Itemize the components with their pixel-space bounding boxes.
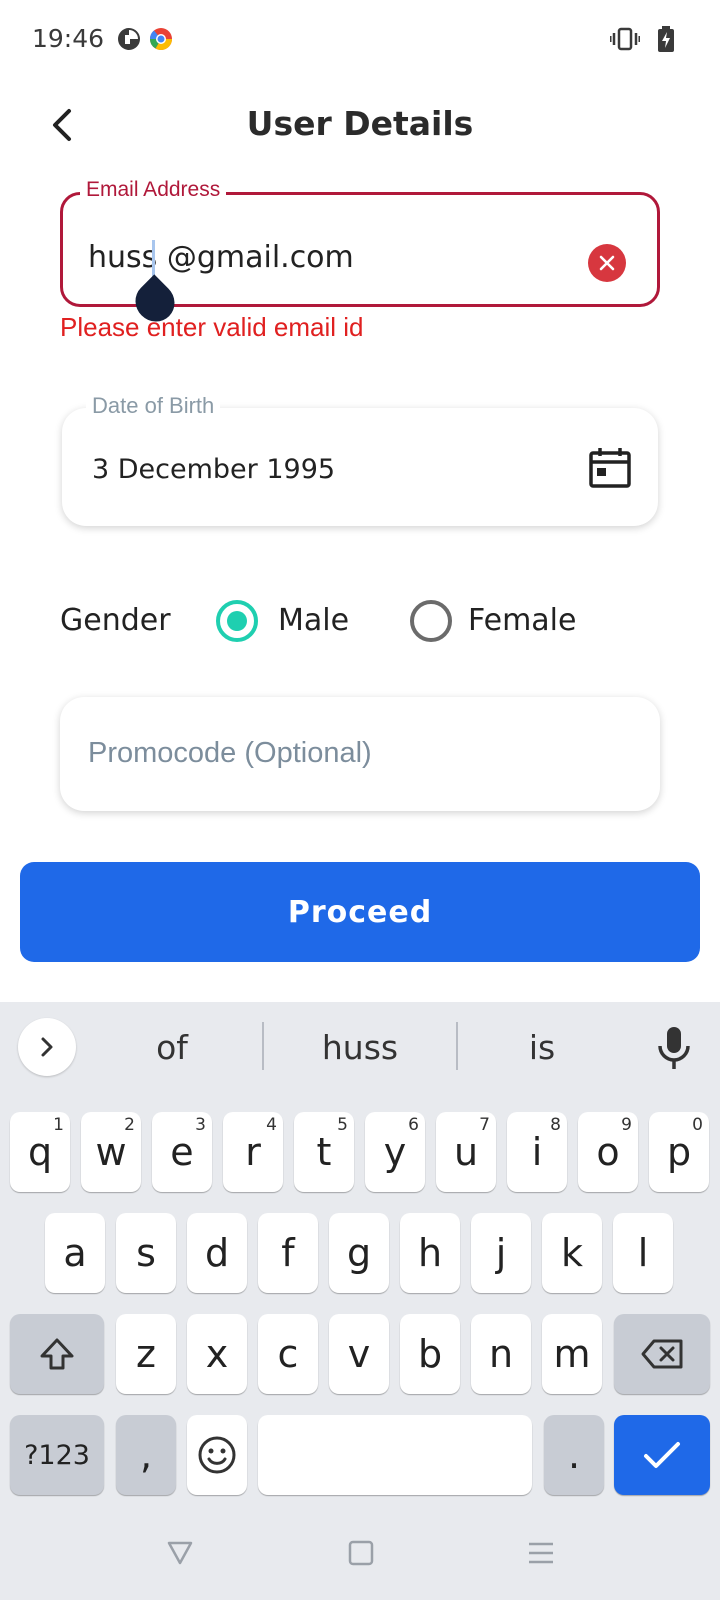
nav-home-icon[interactable] xyxy=(348,1540,374,1566)
key-hint: 0 xyxy=(692,1115,703,1135)
key-label: o xyxy=(596,1130,620,1174)
shift-icon xyxy=(40,1338,74,1370)
emoji-icon xyxy=(198,1436,236,1474)
key-g[interactable]: g xyxy=(329,1213,389,1293)
date-of-birth-label: Date of Birth xyxy=(86,393,221,419)
done-check-icon xyxy=(644,1442,680,1468)
suggestion-divider xyxy=(262,1022,264,1070)
key-hint: 4 xyxy=(266,1115,277,1135)
key-a[interactable]: a xyxy=(45,1213,105,1293)
key-f[interactable]: f xyxy=(258,1213,318,1293)
key-hint: 7 xyxy=(479,1115,490,1135)
suggestion-divider xyxy=(456,1022,458,1070)
key-label: q xyxy=(27,1130,53,1174)
email-input-value[interactable]: huss @gmail.com xyxy=(88,240,354,275)
email-value-before-cursor: huss xyxy=(88,240,158,275)
gender-male-label[interactable]: Male xyxy=(278,603,349,638)
gender-female-radio[interactable] xyxy=(410,600,452,642)
promocode-placeholder: Promocode (Optional) xyxy=(88,737,372,769)
key-r[interactable]: r4 xyxy=(223,1112,283,1192)
key-hint: 2 xyxy=(124,1115,135,1135)
key-i[interactable]: i8 xyxy=(507,1112,567,1192)
vibrate-icon xyxy=(610,27,640,51)
key-h[interactable]: h xyxy=(400,1213,460,1293)
key-q[interactable]: q1 xyxy=(10,1112,70,1192)
period-key[interactable]: . xyxy=(544,1415,604,1495)
space-key[interactable] xyxy=(258,1415,532,1495)
shift-key[interactable] xyxy=(10,1314,104,1394)
key-m[interactable]: m xyxy=(542,1314,602,1394)
app-notification-icon xyxy=(118,28,140,50)
key-s[interactable]: s xyxy=(116,1213,176,1293)
proceed-label: Proceed xyxy=(287,894,433,930)
key-label: p xyxy=(666,1130,692,1174)
status-time: 19:46 xyxy=(32,24,105,53)
key-hint: 9 xyxy=(621,1115,632,1135)
key-hint: 8 xyxy=(550,1115,561,1135)
key-label: r xyxy=(245,1130,261,1174)
key-p[interactable]: p0 xyxy=(649,1112,709,1192)
suggestion-2[interactable]: huss xyxy=(270,1028,450,1067)
key-d[interactable]: d xyxy=(187,1213,247,1293)
suggestion-3[interactable]: is xyxy=(460,1028,624,1067)
key-w[interactable]: w2 xyxy=(81,1112,141,1192)
key-hint: 6 xyxy=(408,1115,419,1135)
backspace-icon xyxy=(641,1339,683,1369)
battery-charging-icon xyxy=(658,26,674,52)
page-title: User Details xyxy=(246,104,474,143)
key-hint: 3 xyxy=(195,1115,206,1135)
symbols-key[interactable]: ?123 xyxy=(10,1415,104,1495)
key-c[interactable]: c xyxy=(258,1314,318,1394)
key-o[interactable]: o9 xyxy=(578,1112,638,1192)
emoji-key[interactable] xyxy=(187,1415,247,1495)
email-label: Email Address xyxy=(80,178,227,202)
suggestion-1[interactable]: of xyxy=(92,1028,252,1067)
key-k[interactable]: k xyxy=(542,1213,602,1293)
clear-icon xyxy=(599,255,615,271)
nav-back-icon[interactable] xyxy=(166,1540,194,1566)
proceed-button[interactable]: Proceed xyxy=(20,862,700,962)
key-hint: 1 xyxy=(53,1115,64,1135)
key-hint: 5 xyxy=(337,1115,348,1135)
expand-icon xyxy=(41,1037,53,1057)
key-y[interactable]: y6 xyxy=(365,1112,425,1192)
gender-male-radio[interactable] xyxy=(216,600,258,642)
key-v[interactable]: v xyxy=(329,1314,389,1394)
gender-female-label[interactable]: Female xyxy=(468,603,576,638)
key-e[interactable]: e3 xyxy=(152,1112,212,1192)
key-b[interactable]: b xyxy=(400,1314,460,1394)
on-screen-keyboard xyxy=(0,1002,720,1600)
backspace-key[interactable] xyxy=(614,1314,710,1394)
nav-recents-icon[interactable] xyxy=(527,1540,555,1566)
done-key[interactable] xyxy=(614,1415,710,1495)
key-l[interactable]: l xyxy=(613,1213,673,1293)
date-of-birth-value: 3 December 1995 xyxy=(92,454,336,485)
key-label: e xyxy=(170,1130,194,1174)
mic-icon[interactable] xyxy=(652,1024,696,1072)
key-x[interactable]: x xyxy=(187,1314,247,1394)
email-error-message: Please enter valid email id xyxy=(60,312,364,342)
key-label: w xyxy=(95,1130,127,1174)
clear-email-button[interactable] xyxy=(588,244,626,282)
key-label: i xyxy=(531,1130,543,1174)
key-label: y xyxy=(383,1130,407,1174)
key-u[interactable]: u7 xyxy=(436,1112,496,1192)
key-j[interactable]: j xyxy=(471,1213,531,1293)
calendar-icon[interactable] xyxy=(588,446,632,490)
comma-key[interactable]: , xyxy=(116,1415,176,1495)
status-bar: 19:46 xyxy=(0,0,720,80)
suggestions-expand-button[interactable] xyxy=(18,1018,76,1076)
gender-label: Gender xyxy=(60,603,171,638)
key-n[interactable]: n xyxy=(471,1314,531,1394)
key-z[interactable]: z xyxy=(116,1314,176,1394)
key-label: t xyxy=(316,1130,332,1174)
chrome-notification-icon xyxy=(149,28,172,50)
email-value-after-cursor: @gmail.com xyxy=(157,240,354,275)
key-label: u xyxy=(453,1130,479,1174)
key-t[interactable]: t5 xyxy=(294,1112,354,1192)
